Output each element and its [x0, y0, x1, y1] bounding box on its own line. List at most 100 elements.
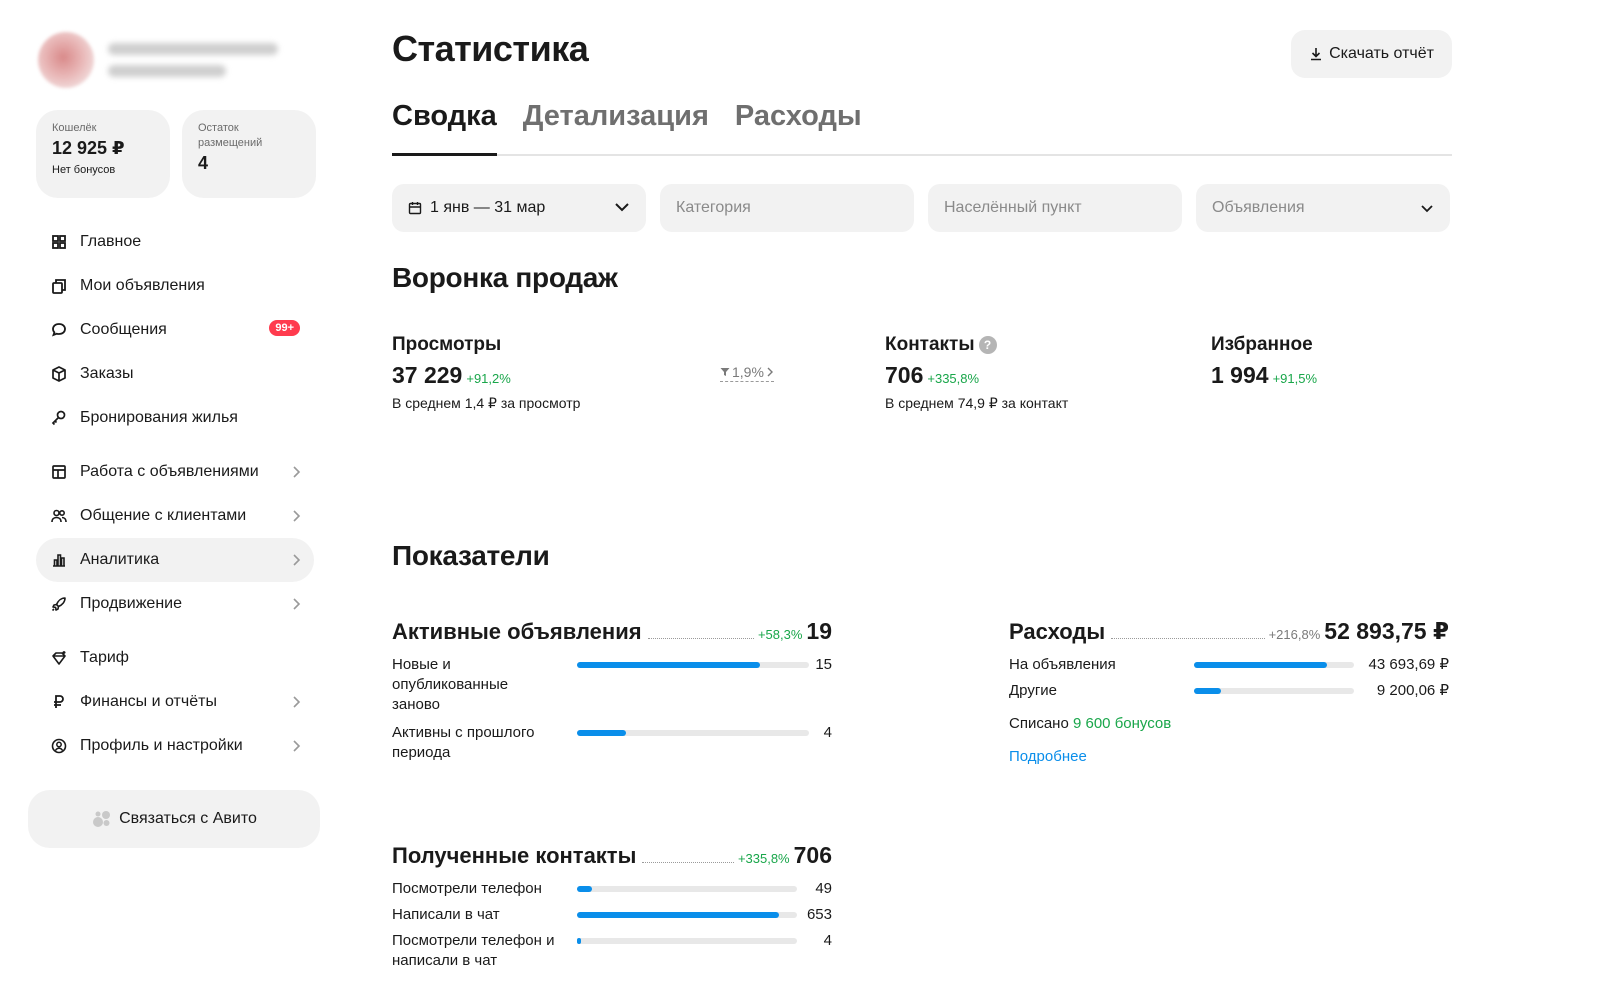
contacts-value: 706	[885, 362, 924, 388]
row-label: Другие	[1009, 682, 1058, 699]
copy-icon	[50, 277, 68, 295]
sidebar-item-orders[interactable]: Заказы	[36, 352, 314, 396]
wallet-balance: 12 925 ₽	[52, 138, 125, 158]
date-range-value: 1 янв — 31 мар	[430, 199, 546, 216]
sidebar-item-tariff[interactable]: Тариф	[36, 636, 314, 680]
progress-fill	[577, 730, 626, 736]
sidebar-item-label: Тариф	[80, 649, 129, 666]
row-label: Активны с прошлого периода	[392, 724, 535, 761]
contacts-row-phone: Посмотрели телефон 49	[392, 879, 832, 899]
chevron-right-icon	[293, 554, 301, 566]
row-value: 15	[815, 656, 832, 673]
progress-track	[577, 912, 797, 918]
favorites-delta: +91,5%	[1272, 371, 1318, 386]
expenses-title: Расходы	[1009, 619, 1106, 644]
placements-label: Остаток размещений	[198, 122, 263, 149]
chevron-right-icon	[293, 696, 301, 708]
received-contacts-total: 706	[793, 842, 832, 868]
more-link-wrap: Подробнее	[1009, 748, 1449, 766]
expenses-row-other: Другие 9 200,06 ₽	[1009, 681, 1449, 701]
filters-bar: 1 янв — 31 мар Категория Населённый пунк…	[392, 184, 1452, 232]
row-label: Посмотрели телефон и написали в чат	[392, 932, 555, 969]
favorites-value: 1 994	[1211, 362, 1269, 388]
written-off-label: Списано	[1009, 715, 1069, 732]
received-contacts-block: Полученные контакты +335,8% 706 Посмотре…	[392, 842, 832, 971]
sidebar-item-label: Работа с объявлениями	[80, 463, 259, 480]
chevron-right-icon	[293, 510, 301, 522]
sidebar-item-label: Профиль и настройки	[80, 737, 243, 754]
sidebar-item-label: Мои объявления	[80, 277, 205, 294]
tab-details[interactable]: Детализация	[523, 98, 709, 154]
city-placeholder: Населённый пункт	[944, 199, 1082, 216]
active-ads-row-prev: Активны с прошлого периода 4	[392, 723, 832, 763]
sidebar-item-profile-settings[interactable]: Профиль и настройки	[36, 724, 314, 768]
progress-track	[577, 886, 797, 892]
chevron-right-icon	[767, 367, 773, 377]
chart-icon	[50, 551, 68, 569]
contacts-cost: В среднем 74,9 ₽ за контакт	[885, 395, 1069, 411]
rocket-icon	[50, 595, 68, 613]
profile-name-blurred	[108, 43, 278, 77]
expenses-delta: +216,8%	[1268, 627, 1321, 642]
row-value: 49	[815, 880, 832, 897]
ads-select[interactable]: Объявления	[1196, 184, 1450, 232]
sidebar-item-label: Аналитика	[80, 551, 160, 568]
sidebar-item-analytics[interactable]: Аналитика	[36, 538, 314, 582]
progress-fill	[577, 886, 593, 892]
funnel-contacts: Контакты? 706 +335,8% В среднем 74,9 ₽ за…	[885, 334, 1068, 412]
favorites-label: Избранное	[1211, 334, 1313, 355]
avatar[interactable]	[38, 32, 94, 88]
wallet-label: Кошелёк	[52, 122, 97, 134]
more-link[interactable]: Подробнее	[1009, 748, 1087, 765]
category-input[interactable]: Категория	[660, 184, 914, 232]
views-cost: В среднем 1,4 ₽ за просмотр	[392, 395, 581, 411]
sidebar-item-label: Общение с клиентами	[80, 507, 247, 524]
row-value: 4	[823, 932, 832, 949]
sidebar-item-main[interactable]: Главное	[36, 220, 314, 264]
tab-expenses[interactable]: Расходы	[735, 98, 862, 154]
date-range-select[interactable]: 1 янв — 31 мар	[392, 184, 646, 232]
sidebar-item-bookings[interactable]: Бронирования жилья	[36, 396, 314, 440]
wallet-bonus-status: Нет бонусов	[52, 164, 116, 176]
sidebar-item-promotion[interactable]: Продвижение	[36, 582, 314, 626]
progress-track	[1194, 688, 1354, 694]
sidebar-item-clients[interactable]: Общение с клиентами	[36, 494, 314, 538]
progress-fill	[1194, 662, 1327, 668]
help-icon[interactable]: ?	[978, 336, 997, 354]
sidebar-item-my-ads[interactable]: Мои объявления	[36, 264, 314, 308]
contacts-delta: +335,8%	[927, 371, 980, 386]
row-value: 43 693,69 ₽	[1368, 656, 1449, 673]
sidebar-nav: Главное Мои объявления Сообщения 99+ Зак…	[28, 220, 320, 768]
contact-avito-button[interactable]: Связаться с Авито	[28, 790, 320, 848]
row-label: На объявления	[1009, 656, 1116, 673]
sidebar-item-label: Заказы	[80, 365, 134, 382]
wallet-card[interactable]: Кошелёк 12 925 ₽ Нет бонусов	[36, 110, 170, 198]
progress-fill	[577, 912, 780, 918]
profile-header[interactable]	[28, 28, 320, 92]
sidebar-item-ads-management[interactable]: Работа с объявлениями	[36, 450, 314, 494]
progress-fill	[577, 662, 761, 668]
sidebar-item-messages[interactable]: Сообщения 99+	[36, 308, 314, 352]
row-value: 653	[806, 906, 832, 923]
conversion-link[interactable]: 1,9%	[720, 364, 774, 382]
download-report-button[interactable]: Скачать отчёт	[1291, 30, 1452, 78]
contacts-row-chat: Написали в чат 653	[392, 905, 832, 925]
active-ads-row-new: Новые и опубликованные заново 15	[392, 655, 832, 719]
bonus-written-off: Списано 9 600 бонусов	[1009, 715, 1449, 732]
tab-summary[interactable]: Сводка	[392, 98, 497, 156]
sidebar-item-label: Финансы и отчёты	[80, 693, 217, 710]
box-icon	[50, 365, 68, 383]
metrics-title: Показатели	[392, 540, 550, 571]
download-report-label: Скачать отчёт	[1329, 45, 1434, 62]
chevron-down-icon	[1421, 205, 1433, 213]
sidebar-item-finance[interactable]: Финансы и отчёты	[36, 680, 314, 724]
download-icon	[1311, 48, 1322, 61]
city-input[interactable]: Населённый пункт	[928, 184, 1182, 232]
row-label: Написали в чат	[392, 906, 500, 923]
chat-icon	[50, 321, 68, 339]
placements-card[interactable]: Остаток размещений 4	[182, 110, 316, 198]
expenses-total: 52 893,75 ₽	[1324, 618, 1449, 644]
progress-track	[577, 938, 797, 944]
row-label: Новые и опубликованные заново	[392, 656, 509, 713]
conversion-value: 1,9%	[732, 364, 764, 380]
